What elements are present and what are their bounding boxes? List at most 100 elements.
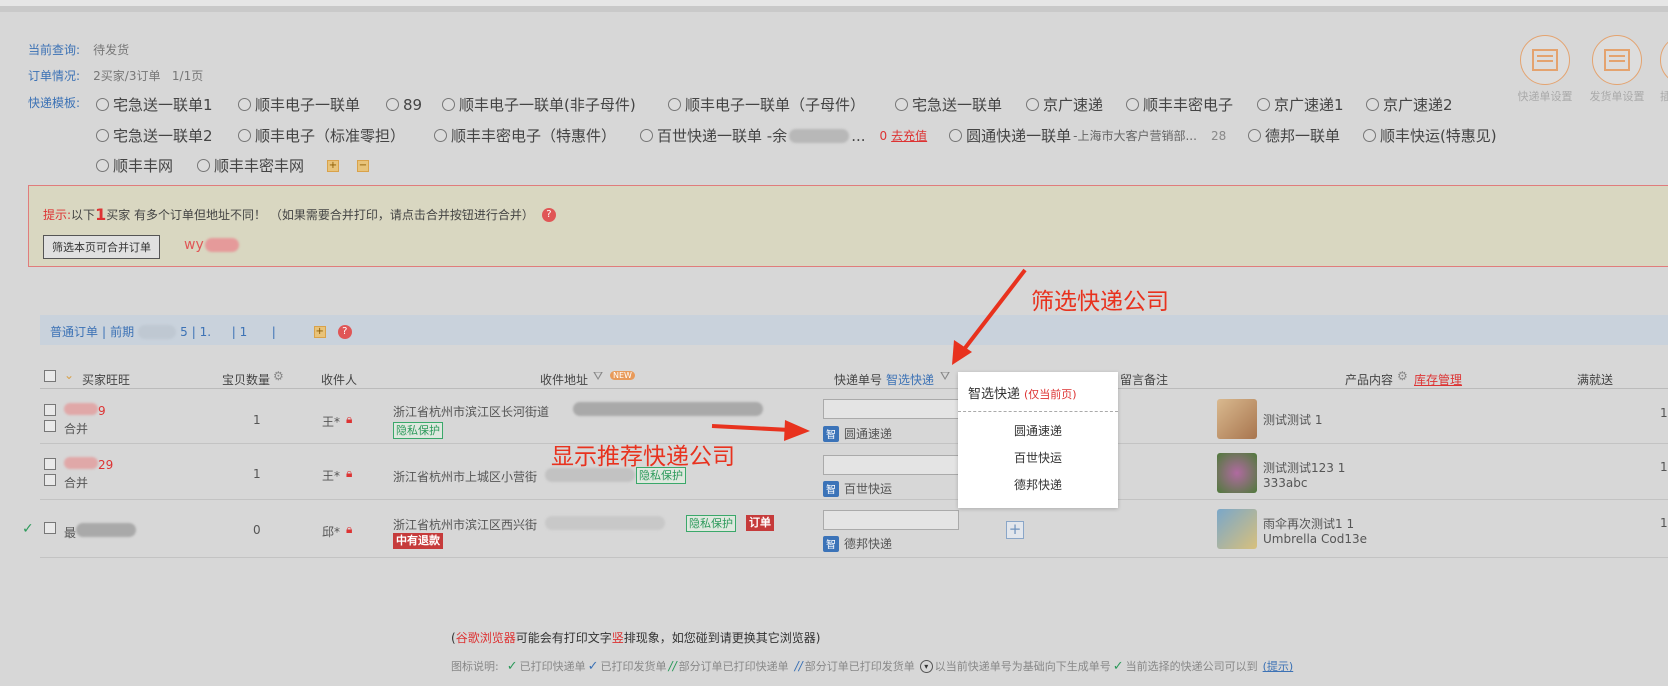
courier-option[interactable]: 德邦快递: [958, 472, 1118, 499]
template-radio[interactable]: 圆通快递一联单: [949, 125, 1071, 146]
tab-separator: |: [102, 324, 107, 339]
remove-template-button[interactable]: −: [357, 159, 369, 172]
tab-item[interactable]: |: [272, 325, 310, 339]
template-radio[interactable]: 京广速递: [1026, 94, 1126, 115]
refund-badge-2: 中有退款: [393, 533, 443, 549]
order-status-label: 订单情况:: [28, 69, 81, 83]
courier-suggestion[interactable]: 智百世快运: [823, 480, 892, 497]
template-radio[interactable]: 89: [386, 94, 442, 115]
query-value: 待发货: [93, 43, 130, 57]
notice-count: 1: [95, 205, 107, 224]
filter-icon[interactable]: ⛛: [593, 369, 603, 384]
template-radio[interactable]: 百世快递一联单 -余: [640, 125, 787, 146]
redacted-text: [205, 238, 239, 252]
product-name: 测试测试 1: [1263, 413, 1323, 427]
gear-icon[interactable]: ⚙: [273, 369, 284, 383]
template-radio[interactable]: 京广速递1: [1257, 94, 1366, 115]
privacy-badge: 隐私保护: [686, 515, 736, 532]
help-icon[interactable]: ?: [541, 207, 556, 222]
legend-label: 图标说明:: [451, 660, 499, 673]
redacted-text: [64, 403, 98, 415]
add-remark-button[interactable]: +: [1006, 521, 1024, 539]
courier-suggestion[interactable]: 智德邦快递: [823, 535, 892, 552]
cut-value: 14: [1660, 460, 1668, 474]
sort-chevron-icon[interactable]: ⌄: [64, 368, 74, 382]
qty-value: 1: [253, 467, 261, 481]
template-radio[interactable]: 顺丰电子一联单(非子母件): [442, 94, 668, 115]
redacted-text: [76, 523, 137, 537]
product-sku: Umbrella Cod13e: [1263, 532, 1367, 546]
tab-item[interactable]: | 1: [232, 325, 268, 339]
check-green-icon: ✓: [1112, 658, 1124, 674]
buyer-link[interactable]: wy: [184, 237, 204, 253]
icon-legend: 图标说明: ✓ 已打印快递单 ✓ 已打印发货单 //部分订单已打印快递单 //部分订…: [451, 658, 1294, 674]
help-icon[interactable]: ?: [337, 324, 352, 339]
cut-value: 14: [1660, 406, 1668, 420]
product-sku: 333abc: [1263, 476, 1308, 490]
express-form-label: 快递单设置: [1517, 90, 1573, 103]
template-radio[interactable]: 京广速递2: [1366, 94, 1466, 115]
template-radio[interactable]: 顺丰电子一联单（子母件）: [668, 94, 895, 115]
recharge-link[interactable]: 去充值: [891, 127, 949, 144]
template-radio[interactable]: 顺丰电子（标准零担）: [238, 125, 434, 146]
address-text: 浙江省杭州市上城区小营街: [393, 470, 538, 484]
filter-mergeable-button[interactable]: 筛选本页可合并订单: [43, 235, 160, 259]
add-template-button[interactable]: +: [327, 159, 339, 172]
row-checkbox[interactable]: [44, 522, 56, 534]
product-image[interactable]: [1217, 399, 1257, 439]
stock-management-link[interactable]: 库存管理: [1414, 371, 1462, 388]
smart-icon: 智: [823, 480, 839, 497]
annotation-filter: 筛选快递公司: [1031, 289, 1169, 315]
tab-item[interactable]: 5: [180, 325, 188, 339]
template-ellipsis: ...: [851, 126, 866, 145]
receiver-name: 王*: [322, 469, 341, 483]
merge-checkbox[interactable]: [44, 420, 56, 432]
express-form-settings[interactable]: 快递单设置: [1515, 35, 1575, 104]
qty-value: 1: [253, 413, 261, 427]
template-radio[interactable]: 德邦一联单: [1248, 125, 1363, 146]
refund-badge: 订单: [746, 515, 774, 531]
select-all-checkbox[interactable]: [44, 370, 56, 382]
buyer-name[interactable]: 9: [64, 403, 106, 418]
lock-icon[interactable]: 🔒︎: [346, 522, 352, 537]
redacted-text: [545, 516, 665, 530]
col-qty: 宝贝数量: [222, 373, 271, 387]
lock-icon[interactable]: 🔒︎: [346, 412, 352, 427]
lock-icon[interactable]: 🔒︎: [346, 466, 352, 481]
plugin-settings[interactable]: 插: [1660, 35, 1668, 104]
merge-label: 合并: [64, 422, 89, 436]
buyer-name[interactable]: 29: [64, 457, 113, 472]
template-radio[interactable]: 顺丰电子一联单: [238, 94, 386, 115]
row-checkbox[interactable]: [44, 404, 56, 416]
template-radio[interactable]: 顺丰丰密电子: [1126, 94, 1257, 115]
tab-normal-orders[interactable]: 普通订单: [50, 323, 98, 340]
product-image[interactable]: [1217, 509, 1257, 549]
product-name: 雨伞再次测试1 1: [1263, 517, 1355, 531]
gear-icon[interactable]: ⚙: [1397, 369, 1408, 383]
add-tab-button[interactable]: +: [313, 325, 326, 338]
tab-item[interactable]: | 1.: [192, 325, 228, 339]
template-radio[interactable]: 顺丰快运(特惠见): [1363, 125, 1497, 146]
merge-checkbox[interactable]: [44, 474, 56, 486]
templates-row-3: 顺丰丰网 顺丰丰密丰网 + −: [96, 155, 369, 176]
notice-text: 以下: [71, 208, 96, 222]
template-radio[interactable]: 顺丰丰网: [96, 155, 197, 176]
tracking-input[interactable]: [823, 455, 959, 475]
template-radio[interactable]: 宅急送一联单: [895, 94, 1026, 115]
partial-delivery-icon: //: [794, 659, 803, 673]
tracking-input[interactable]: [823, 510, 959, 530]
tab-early-orders[interactable]: 前期: [110, 323, 134, 340]
plugin-icon: [1660, 35, 1668, 85]
template-radio[interactable]: 宅急送一联单2: [96, 125, 238, 146]
template-radio[interactable]: 顺丰丰密丰网: [197, 155, 327, 176]
address-text: 浙江省杭州市滨江区西兴街: [393, 518, 538, 532]
delivery-form-settings[interactable]: 发货单设置: [1587, 35, 1647, 104]
redacted-text: [64, 457, 98, 469]
hint-link[interactable]: (提示): [1263, 658, 1294, 674]
receiver-name: 王*: [322, 415, 341, 429]
row-checkbox[interactable]: [44, 458, 56, 470]
buyer-name[interactable]: 最: [64, 523, 137, 541]
product-image[interactable]: [1217, 453, 1257, 493]
template-radio[interactable]: 宅急送一联单1: [96, 94, 238, 115]
template-radio[interactable]: 顺丰丰密电子（特惠件）: [434, 125, 640, 146]
